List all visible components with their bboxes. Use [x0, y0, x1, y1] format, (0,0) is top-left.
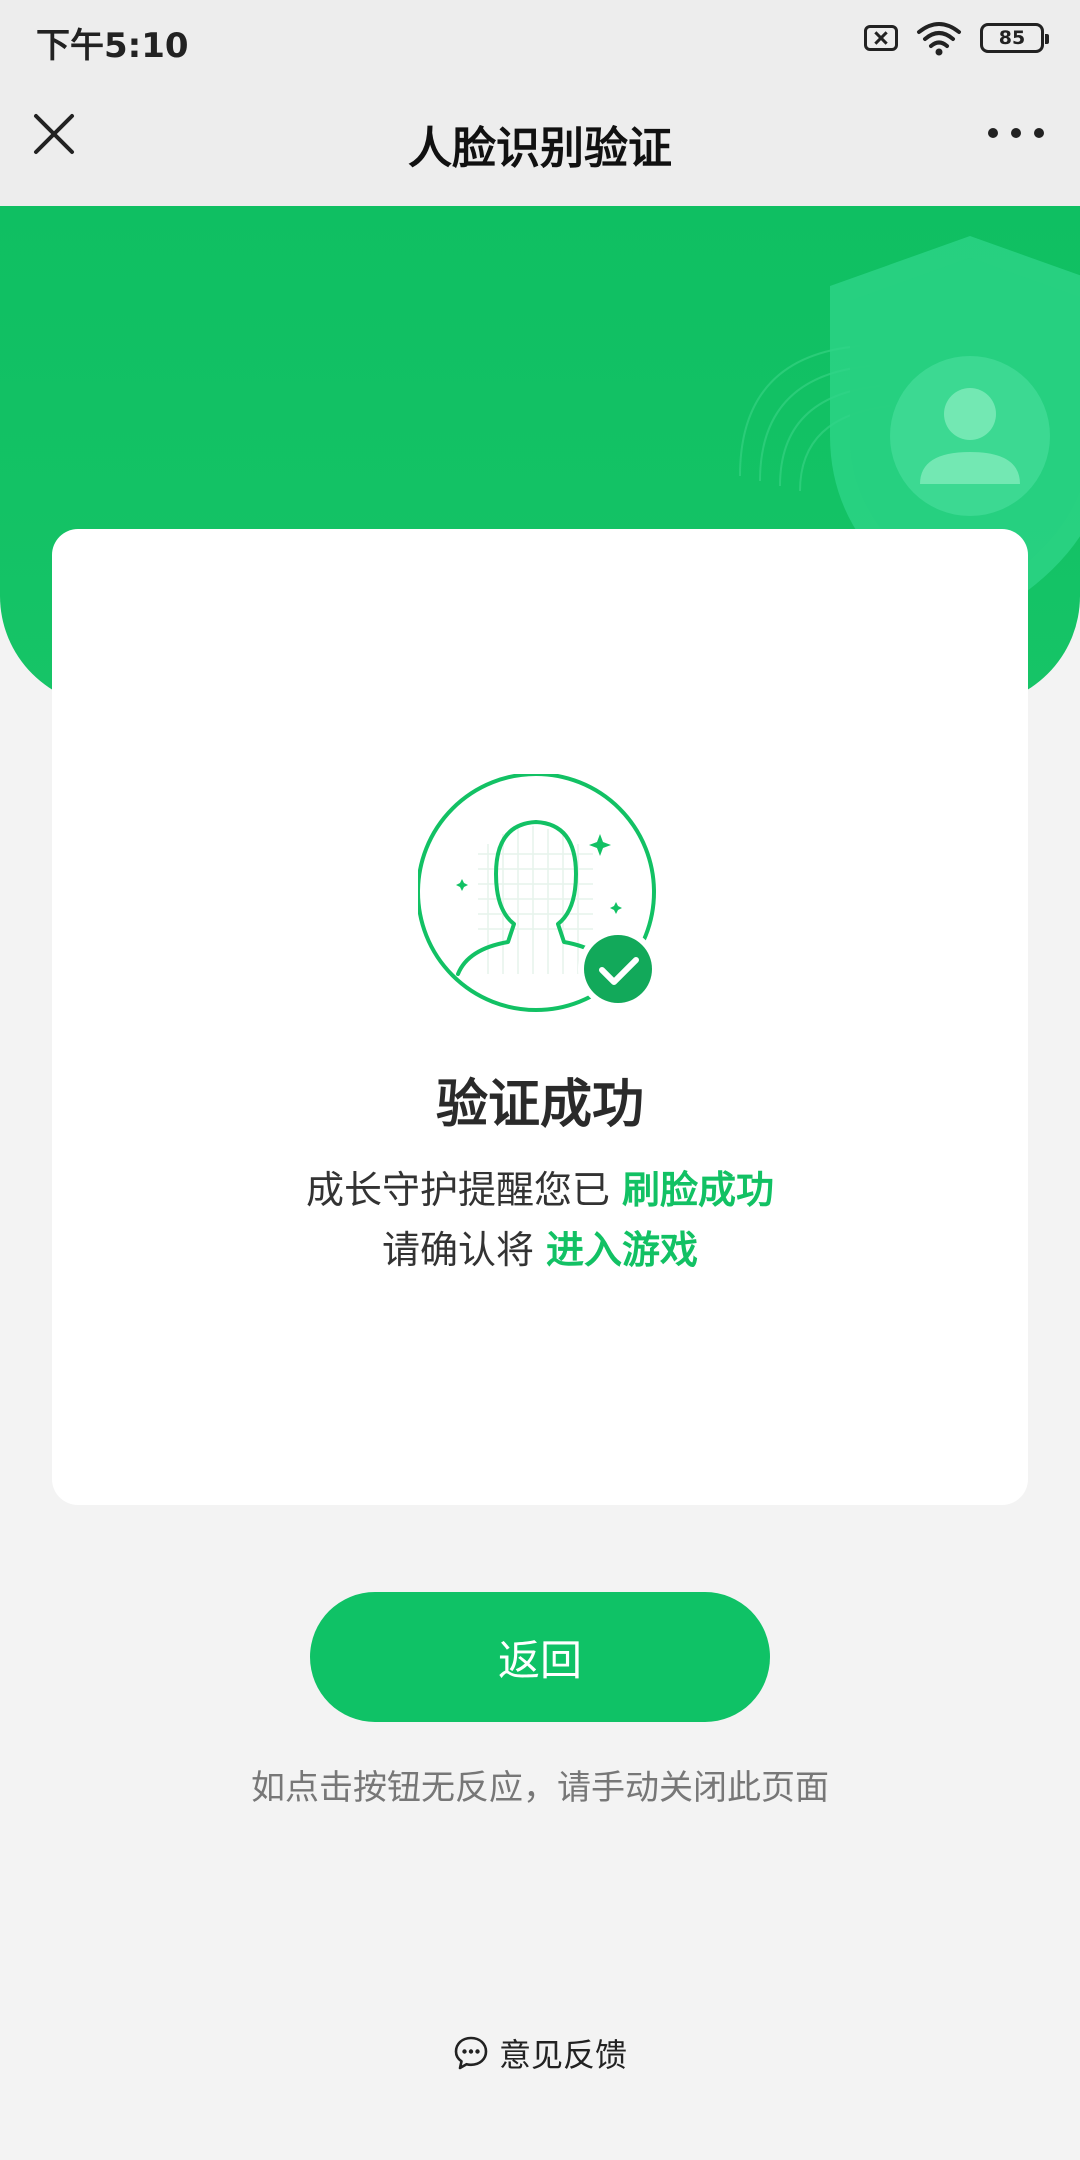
nav-bar: 人脸识别验证: [0, 76, 1080, 206]
desc-line-1-highlight: 刷脸成功: [622, 1168, 775, 1212]
no-sim-icon: [864, 25, 898, 51]
result-desc-line-1: 成长守护提醒您已 刷脸成功: [52, 1159, 1028, 1214]
desc-line-1-text: 成长守护提醒您已: [305, 1168, 623, 1212]
battery-level: 85: [998, 27, 1026, 49]
result-desc-line-2: 请确认将 进入游戏: [52, 1219, 1028, 1274]
result-card: 验证成功 成长守护提醒您已 刷脸成功 请确认将 进入游戏: [52, 529, 1028, 1505]
status-time: 下午5:10: [36, 26, 189, 66]
desc-line-2-text: 请确认将: [381, 1228, 547, 1272]
feedback-link[interactable]: 意见反馈: [0, 2030, 1080, 2076]
status-icons: 85: [864, 20, 1049, 56]
result-title: 验证成功: [435, 1075, 644, 1135]
more-icon: [988, 128, 998, 138]
chat-bubble-icon: [454, 2036, 488, 2070]
status-bar: 下午5:10 85: [0, 0, 1080, 76]
back-button[interactable]: 返回: [310, 1592, 770, 1722]
more-button[interactable]: [988, 118, 1044, 148]
battery-icon: 85: [980, 23, 1049, 53]
wifi-icon: [917, 22, 961, 56]
hint-text: 如点击按钮无反应，请手动关闭此页面: [251, 1768, 829, 1808]
desc-line-2-highlight: 进入游戏: [546, 1228, 699, 1272]
face-verified-icon: [418, 774, 658, 1012]
page-title: 人脸识别验证: [408, 123, 672, 174]
feedback-label: 意见反馈: [498, 2036, 627, 2074]
